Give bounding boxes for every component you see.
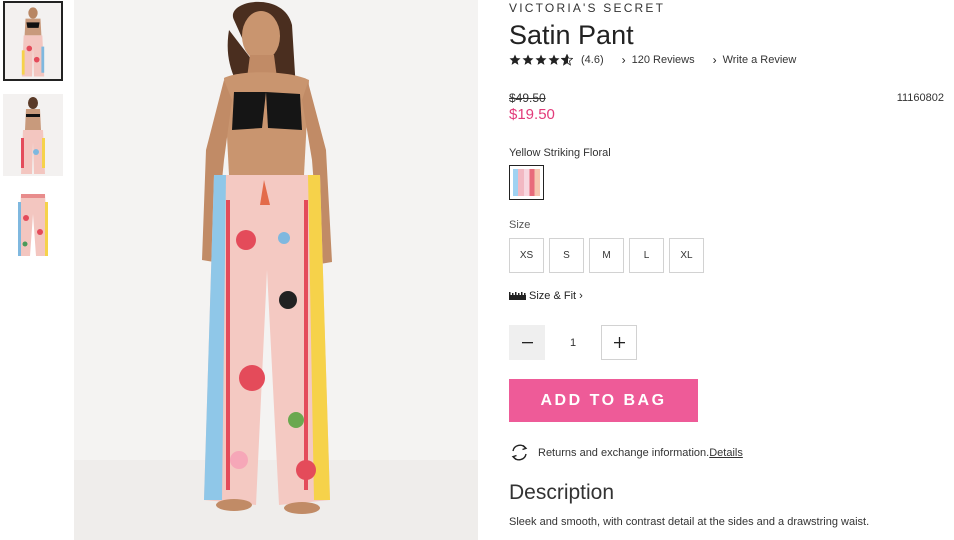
- product-title: Satin Pant: [509, 20, 634, 50]
- chevron-right-icon: ›: [579, 290, 583, 302]
- star-half-icon: [561, 54, 573, 66]
- size-and-fit-link[interactable]: Size & Fit ›: [509, 290, 583, 302]
- returns-details-link[interactable]: Details: [709, 447, 743, 459]
- star-icon: [548, 54, 560, 65]
- product-main-image[interactable]: [74, 0, 478, 540]
- product-sku: 11160802: [896, 92, 944, 104]
- reviews-link[interactable]: 120 Reviews: [632, 54, 695, 66]
- write-review-link[interactable]: Write a Review: [723, 54, 797, 66]
- model-back-thumb-image: [3, 94, 63, 176]
- plus-icon: [613, 337, 625, 348]
- quantity-decrease-button[interactable]: [509, 325, 545, 360]
- returns-text: Returns and exchange information.: [538, 446, 710, 459]
- size-option-l[interactable]: L: [629, 238, 664, 273]
- quantity-value[interactable]: 1: [545, 337, 601, 349]
- thumbnail-front[interactable]: [3, 1, 63, 81]
- color-swatch-yellow-striking-floral[interactable]: [509, 165, 544, 200]
- star-icon: [509, 54, 521, 65]
- sale-price: $19.50: [509, 106, 555, 123]
- model-front-thumb-image: [5, 3, 61, 79]
- brand-name: VICTORIA'S SECRET: [509, 1, 666, 15]
- returns-exchange-icon: [511, 444, 528, 461]
- returns-info: Returns and exchange information. Detail…: [509, 442, 743, 463]
- rating-row: (4.6) › 120 Reviews › Write a Review: [509, 53, 796, 67]
- minus-icon: [521, 342, 533, 344]
- description-text: Sleek and smooth, with contrast detail a…: [509, 516, 870, 528]
- ruler-icon: [509, 292, 526, 300]
- star-icon: [522, 54, 534, 65]
- size-fit-label: Size & Fit: [529, 290, 577, 302]
- size-option-xl[interactable]: XL: [669, 238, 704, 273]
- size-label: Size: [509, 219, 531, 231]
- star-rating: [509, 54, 573, 66]
- size-option-xs[interactable]: XS: [509, 238, 544, 273]
- swatch-pattern: [513, 169, 540, 196]
- original-price: $49.50: [509, 91, 546, 105]
- color-label: Yellow Striking Floral: [509, 147, 611, 159]
- size-selector: XS S M L XL: [509, 238, 704, 273]
- description-heading: Description: [509, 481, 615, 504]
- chevron-right-icon: ›: [621, 53, 626, 67]
- chevron-right-icon: ›: [712, 53, 717, 67]
- star-icon: [535, 54, 547, 65]
- quantity-stepper: 1: [509, 325, 637, 360]
- model-wearing-satin-pant-image: [74, 0, 478, 540]
- quantity-increase-button[interactable]: [601, 325, 637, 360]
- thumbnail-back[interactable]: [3, 94, 63, 176]
- rating-value: (4.6): [581, 54, 604, 66]
- thumbnail-flat-lay[interactable]: [3, 188, 63, 260]
- size-option-m[interactable]: M: [589, 238, 624, 273]
- pant-flat-thumb-image: [3, 188, 63, 260]
- add-to-bag-button[interactable]: ADD TO BAG: [509, 379, 698, 422]
- size-option-s[interactable]: S: [549, 238, 584, 273]
